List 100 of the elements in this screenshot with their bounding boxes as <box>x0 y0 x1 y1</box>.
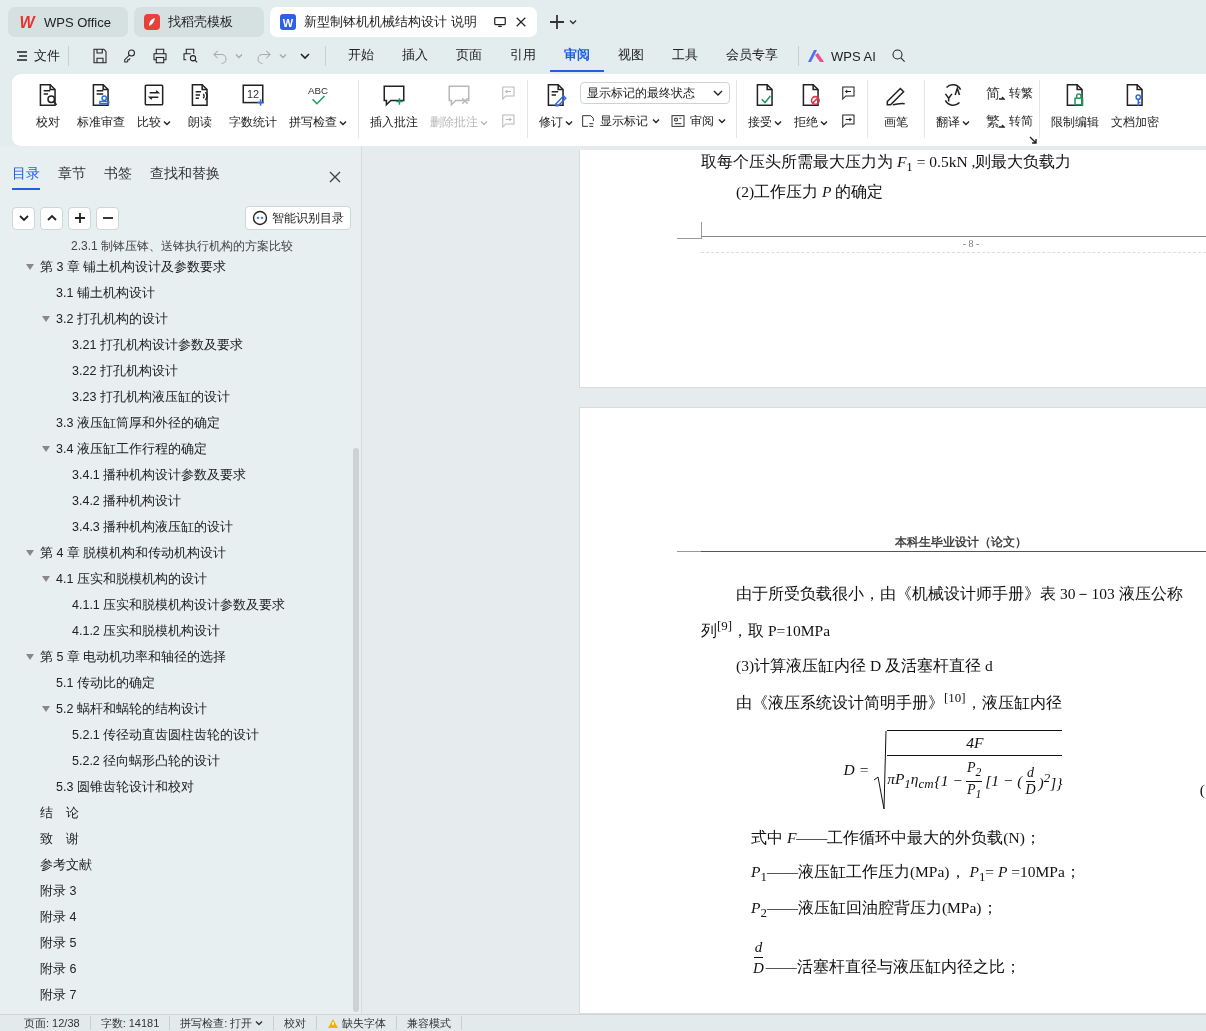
close-button[interactable] <box>329 171 341 183</box>
toc-item[interactable]: 3.23 打孔机构液压缸的设计 <box>72 388 230 406</box>
ribbon-button[interactable]: 翻译 <box>931 80 975 133</box>
collapse-button[interactable] <box>12 206 35 230</box>
expand-toggle[interactable] <box>40 445 51 453</box>
expand-toggle[interactable] <box>40 575 51 583</box>
ribbon-tab[interactable]: 审阅 <box>550 40 604 72</box>
ribbon-button[interactable]: 审阅 <box>670 110 726 132</box>
toc-item[interactable]: 5.2.1 传径动直齿圆柱齿轮的设计 <box>72 726 260 744</box>
ribbon-button[interactable]: 简 转繁 <box>985 82 1033 104</box>
ribbon-tab[interactable]: 开始 <box>334 40 388 72</box>
toc-item[interactable]: 3.21 打孔机构设计参数及要求 <box>72 336 243 354</box>
ribbon-button[interactable]: 12 字数统计 <box>224 80 282 133</box>
status-item[interactable]: 校对 <box>274 1016 318 1030</box>
ribbon-tab[interactable]: 工具 <box>658 40 712 72</box>
toc-item[interactable]: 3.22 打孔机构设计 <box>72 362 178 380</box>
file-menu-button[interactable]: 文件 <box>16 42 60 70</box>
panel-tab[interactable]: 书签 <box>104 164 132 190</box>
ribbon-button[interactable]: 朗读 <box>178 80 222 133</box>
toc-item[interactable]: 3.1 铺土机构设计 <box>56 284 155 302</box>
expand-toggle[interactable] <box>24 549 35 557</box>
toc-item[interactable]: 4.1 压实和脱模机构的设计 <box>56 570 207 588</box>
window-tab[interactable]: W WPS Office <box>8 7 128 37</box>
formula-text: {1 − <box>934 772 963 791</box>
toc-item[interactable]: 附录 5 <box>40 934 77 952</box>
add-button[interactable] <box>68 206 91 230</box>
toc-item[interactable]: 4.1.2 压实和脱模机构设计 <box>72 622 221 640</box>
expand-button[interactable] <box>40 206 63 230</box>
remove-button[interactable] <box>96 206 119 230</box>
ai-button[interactable]: WPS AI <box>807 42 876 70</box>
toc-item[interactable]: 3.4.2 播种机构设计 <box>72 492 182 510</box>
toc-item[interactable]: 3.4 液压缸工作行程的确定 <box>56 440 207 458</box>
ribbon-button[interactable]: 修订 <box>534 80 578 133</box>
expand-toggle[interactable] <box>40 315 51 323</box>
toc-item[interactable]: 结 论 <box>40 804 79 822</box>
window-tab[interactable]: 找稻壳模板 <box>134 7 264 37</box>
ribbon-button[interactable]: 校对 <box>26 80 70 133</box>
toc-item[interactable]: 附录 7 <box>40 986 77 1004</box>
search-icon <box>889 47 908 65</box>
dialog-launcher-button[interactable] <box>1029 136 1037 144</box>
toc-item[interactable]: 致 谢 <box>40 830 79 848</box>
toc-item[interactable]: 第 4 章 脱模机构和传动机构设计 <box>40 544 227 562</box>
leaf-logo-icon <box>144 14 160 30</box>
toc-item[interactable]: 第 3 章 铺土机构设计及参数要求 <box>40 258 227 276</box>
toc-item[interactable]: 参考文献 <box>40 856 92 874</box>
formula-text: πP$_{1}$η$_{cm}$ <box>887 770 934 793</box>
toc-item[interactable]: 3.4.1 播种机构设计参数及要求 <box>72 466 247 484</box>
ribbon-button[interactable]: 文档加密 <box>1106 80 1164 133</box>
save-icon <box>91 47 109 65</box>
chevron-down-icon <box>299 50 311 62</box>
panel-tab[interactable]: 章节 <box>58 164 86 190</box>
ribbon-tab[interactable]: 插入 <box>388 40 442 72</box>
caret-icon <box>774 118 782 127</box>
ribbon-button[interactable]: 插入批注 <box>365 80 423 133</box>
formula-text: D = <box>843 761 870 779</box>
ribbon-button[interactable]: 接受 <box>743 80 787 133</box>
undo-icon <box>211 47 229 65</box>
expand-toggle[interactable] <box>24 653 35 661</box>
status-item[interactable]: 缺失字体 <box>317 1016 398 1030</box>
ribbon-tab[interactable]: 视图 <box>604 40 658 72</box>
ribbon-button[interactable]: 比较 <box>132 80 176 133</box>
toc-item[interactable]: 5.3 圆锥齿轮设计和校对 <box>56 778 194 796</box>
expand-toggle[interactable] <box>40 705 51 713</box>
scrollbar-thumb[interactable] <box>353 448 359 1012</box>
status-item[interactable]: 兼容模式 <box>397 1016 463 1030</box>
toc-item[interactable]: 5.2.2 径向蜗形凸轮的设计 <box>72 752 221 770</box>
status-item[interactable]: 拼写检查: 打开 <box>170 1016 275 1030</box>
toc-item[interactable]: 附录 4 <box>40 908 77 926</box>
toc-item[interactable]: 2.3.1 制钵压钵、送钵执行机构的方案比较 <box>71 239 294 253</box>
ribbon-tab[interactable]: 会员专享 <box>712 40 792 72</box>
status-item[interactable]: 字数: 14181 <box>90 1016 171 1030</box>
panel-tab[interactable]: 目录 <box>12 164 40 190</box>
ribbon-button[interactable]: 繁 转简 <box>985 110 1033 132</box>
smart-toc-button[interactable]: 智能识别目录 <box>245 206 351 230</box>
ribbon-button[interactable]: 标准审查 <box>72 80 130 133</box>
document-logo-icon: W <box>280 14 296 30</box>
toc-item[interactable]: 4.1.1 压实和脱模机构设计参数及要求 <box>72 596 286 614</box>
toc-item[interactable]: 附录 6 <box>40 960 77 978</box>
ribbon-button[interactable]: ABC 拼写检查 <box>284 80 352 133</box>
toc-item[interactable]: 5.2 蜗杆和蜗轮的结构设计 <box>56 700 207 718</box>
window-tab[interactable]: W 新型制钵机机械结构设计 说明 <box>270 7 537 37</box>
close-icon <box>329 171 341 183</box>
ribbon-button[interactable]: 拒绝 <box>789 80 833 133</box>
toc-item[interactable]: 3.2 打孔机构的设计 <box>56 310 168 328</box>
page-number: - 8 - <box>962 238 980 251</box>
ribbon-button[interactable]: 画笔 <box>874 80 918 133</box>
caret-icon <box>718 117 726 125</box>
dropdown-select[interactable]: 显示标记的最终状态 <box>580 82 730 104</box>
ribbon-button[interactable]: 限制编辑 <box>1046 80 1104 133</box>
ribbon-button[interactable]: 显示标记 <box>580 110 660 132</box>
panel-tab[interactable]: 查找和替换 <box>150 164 220 190</box>
toc-item[interactable]: 3.4.3 播种机构液压缸的设计 <box>72 518 234 536</box>
status-item[interactable]: 页面: 12/38 <box>14 1016 91 1030</box>
expand-toggle[interactable] <box>24 263 35 271</box>
toc-item[interactable]: 3.3 液压缸筒厚和外径的确定 <box>56 414 220 432</box>
ribbon-tab[interactable]: 引用 <box>496 40 550 72</box>
ribbon-tab[interactable]: 页面 <box>442 40 496 72</box>
toc-item[interactable]: 5.1 传动比的确定 <box>56 674 155 692</box>
toc-item[interactable]: 第 5 章 电动机功率和轴径的选择 <box>40 648 227 666</box>
toc-item[interactable]: 附录 3 <box>40 882 77 900</box>
